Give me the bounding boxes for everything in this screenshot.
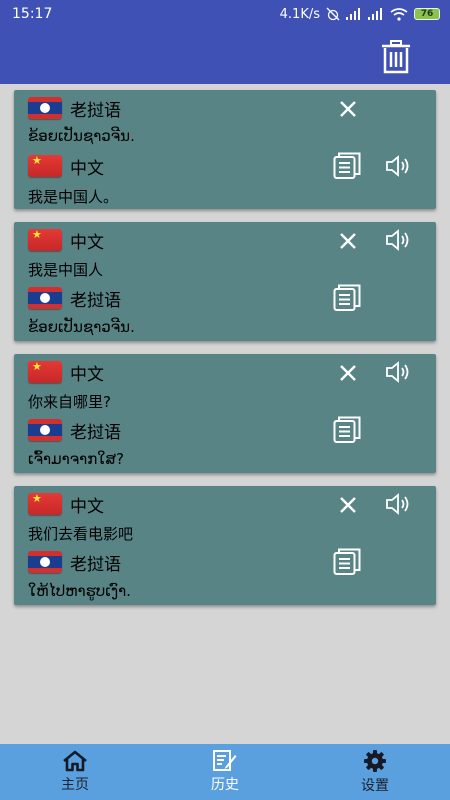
copy-button[interactable] [332,415,362,445]
target-text: 我是中国人。 [28,188,119,206]
target-text: ຂ້ອຍເປັນຊາວຈີນ. [28,318,135,336]
alarm-off-icon [326,7,340,21]
home-icon [63,750,87,772]
speaker-icon [386,493,409,515]
source-lang-row: 中文 [28,491,104,517]
history-card: 中文 我是中国人 老挝语 [14,222,436,341]
speaker-icon [386,155,409,177]
edit-note-icon [213,750,237,771]
net-speed: 4.1K/s [279,6,320,22]
target-lang-label: 老挝语 [70,422,121,443]
target-text: ໃຫ້ໄປຫາຮູບເງົາ. [28,582,131,600]
nav-home-label: 主页 [61,777,89,793]
remove-entry-button[interactable] [336,493,360,517]
close-icon [340,497,356,513]
china-flag-icon [28,229,62,251]
copy-icon [333,416,361,443]
source-lang-label: 中文 [70,496,104,517]
target-lang-label: 老挝语 [70,554,121,575]
nav-settings-label: 设置 [361,778,389,794]
laos-flag-icon [28,551,62,573]
gear-icon [364,750,386,772]
delete-all-button[interactable] [380,40,412,74]
source-lang-row: 老挝语 [28,95,121,121]
source-text: 你来自哪里? [28,393,111,411]
laos-flag-icon [28,97,62,119]
source-lang-row: 中文 [28,359,104,385]
speaker-icon [386,229,409,251]
china-flag-icon [28,155,62,177]
close-icon [340,101,356,117]
status-bar: 15:17 4.1K/s 76 [0,0,450,28]
nav-home[interactable]: 主页 [0,744,150,800]
china-flag-icon [28,361,62,383]
speak-button[interactable] [384,152,414,180]
remove-entry-button[interactable] [336,361,360,385]
target-lang-label: 老挝语 [70,290,121,311]
source-text: 我们去看电影吧 [28,525,134,543]
close-icon [340,365,356,381]
remove-entry-button[interactable] [336,229,360,253]
copy-icon [333,284,361,311]
history-card: 中文 你来自哪里? 老挝语 [14,354,436,473]
target-lang-row: 中文 [28,153,104,179]
nav-history[interactable]: 历史 [150,744,300,800]
source-lang-row: 中文 [28,227,104,253]
app-bar [0,28,450,84]
battery-icon: 76 [414,8,440,20]
target-lang-row: 老挝语 [28,417,121,443]
bottom-nav: 主页 历史 设置 [0,744,450,800]
speak-button[interactable] [384,490,414,518]
nav-history-label: 历史 [211,777,239,793]
copy-button[interactable] [332,151,362,181]
china-flag-icon [28,493,62,515]
trash-icon [382,40,410,74]
copy-button[interactable] [332,547,362,577]
laos-flag-icon [28,287,62,309]
source-lang-label: 老挝语 [70,100,121,121]
signal-icon [346,8,360,20]
source-text: ຂ້ອຍເປັນຊາວຈີນ. [28,127,135,145]
signal-icon-2 [368,8,382,20]
remove-entry-button[interactable] [336,97,360,121]
laos-flag-icon [28,419,62,441]
copy-button[interactable] [332,283,362,313]
history-card: 老挝语 ຂ້ອຍເປັນຊາວຈີນ. 中文 [14,90,436,209]
nav-settings[interactable]: 设置 [300,744,450,800]
target-lang-row: 老挝语 [28,549,121,575]
status-time: 15:17 [12,6,53,22]
speak-button[interactable] [384,358,414,386]
copy-icon [333,548,361,575]
target-lang-row: 老挝语 [28,285,121,311]
wifi-icon [390,7,408,21]
copy-icon [333,152,361,179]
speaker-icon [386,361,409,383]
source-lang-label: 中文 [70,364,104,385]
target-text: ເຈົ້າມາຈາກໃສ? [28,450,125,468]
speak-button[interactable] [384,226,414,254]
close-icon [340,233,356,249]
source-lang-label: 中文 [70,232,104,253]
target-lang-label: 中文 [70,158,104,179]
source-text: 我是中国人 [28,261,104,279]
history-card: 中文 我们去看电影吧 老挝语 [14,486,436,605]
status-indicators: 4.1K/s 76 [280,7,440,22]
